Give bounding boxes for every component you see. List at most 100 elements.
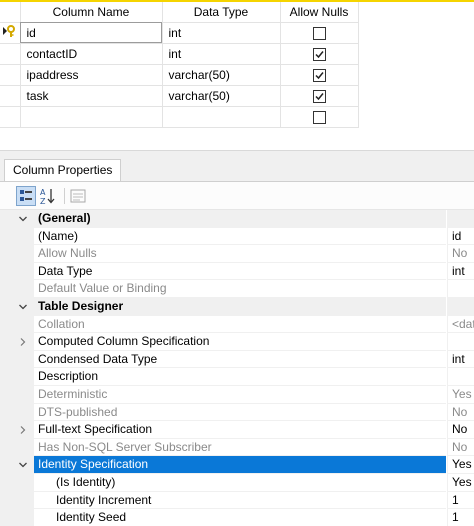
property-name: Default Value or Binding (34, 280, 446, 298)
data-type-header: Data Type (162, 2, 281, 23)
property-name: Collation (34, 316, 446, 334)
column-name-cell[interactable]: contactID (20, 43, 163, 65)
data-type-cell[interactable]: int (162, 22, 281, 44)
primary-key-icon (2, 25, 15, 37)
property-value (447, 297, 474, 316)
property-name: Allow Nulls (34, 245, 446, 263)
column-name-header: Column Name (20, 2, 163, 23)
property-value[interactable]: <dat (447, 315, 474, 334)
properties-toolbar: A Z (0, 182, 474, 210)
chevron-right-icon[interactable] (16, 421, 30, 439)
allow-nulls-cell (280, 64, 359, 86)
property-row[interactable]: (Name) id (0, 227, 474, 246)
property-row[interactable]: Identity Increment 1 (0, 491, 474, 510)
chevron-right-icon[interactable] (16, 333, 30, 351)
property-row[interactable]: Description (0, 368, 474, 386)
property-row[interactable]: Default Value or Binding (0, 280, 474, 298)
property-row[interactable]: Full-text Specification No (0, 421, 474, 439)
allow-nulls-cell (280, 85, 359, 107)
property-category[interactable]: (General) (0, 210, 474, 228)
categorized-icon[interactable] (16, 186, 36, 206)
property-row[interactable]: DTS-published No (0, 403, 474, 422)
property-value[interactable] (447, 368, 474, 386)
property-name: Deterministic (34, 386, 446, 404)
row-selector[interactable] (0, 85, 21, 107)
property-row[interactable]: Condensed Data Type int (0, 350, 474, 369)
alphabetical-icon[interactable]: A Z (38, 186, 58, 206)
column-properties-panel: Column Properties A Z (General) (Name) i… (0, 155, 474, 526)
data-type-cell[interactable]: varchar(50) (162, 85, 281, 107)
columns-grid: Column Name Data Type Allow Nulls id int c… (0, 2, 359, 128)
property-name: DTS-published (34, 404, 446, 422)
chevron-down-icon[interactable] (16, 298, 30, 316)
allow-nulls-cell (280, 43, 359, 65)
property-name: Data Type (34, 263, 446, 281)
property-name: Has Non-SQL Server Subscriber (34, 439, 446, 457)
svg-text:Z: Z (40, 197, 46, 206)
chevron-down-icon[interactable] (16, 210, 30, 228)
table-row[interactable]: contactID int (0, 43, 359, 65)
column-name-cell[interactable] (20, 106, 163, 128)
property-row[interactable]: Data Type int (0, 262, 474, 281)
property-value[interactable]: 1 (447, 509, 474, 526)
row-selector[interactable] (0, 64, 21, 86)
table-row[interactable]: ipaddress varchar(50) (0, 64, 359, 86)
table-designer-grid: Column Name Data Type Allow Nulls id int c… (0, 0, 474, 150)
property-value[interactable] (447, 280, 474, 298)
allow-nulls-checkbox[interactable] (312, 110, 326, 124)
row-selector[interactable] (0, 22, 21, 44)
property-row[interactable]: (Is Identity) Yes (0, 473, 474, 492)
table-row[interactable] (0, 106, 359, 128)
property-row[interactable]: Has Non-SQL Server Subscriber No (0, 438, 474, 457)
row-selector[interactable] (0, 106, 21, 128)
property-row[interactable]: Deterministic Yes (0, 385, 474, 404)
property-category[interactable]: Table Designer (0, 297, 474, 316)
column-name-cell[interactable]: id (20, 22, 163, 44)
allow-nulls-cell (280, 22, 359, 44)
property-name: (General) (34, 210, 446, 228)
property-value[interactable]: Yes (447, 385, 474, 404)
property-value[interactable]: id (447, 227, 474, 246)
allow-nulls-checkbox[interactable] (312, 26, 326, 40)
checkmark-icon (314, 50, 324, 58)
table-row[interactable]: task varchar(50) (0, 85, 359, 107)
checkmark-icon (314, 92, 324, 100)
table-row[interactable]: id int (0, 22, 359, 44)
property-name: Description (34, 368, 446, 386)
row-selector[interactable] (0, 43, 21, 65)
property-value[interactable]: int (447, 350, 474, 369)
property-name: (Name) (34, 228, 446, 246)
property-row[interactable]: Collation <dat (0, 315, 474, 334)
property-value[interactable]: int (447, 262, 474, 281)
allow-nulls-checkbox-checked[interactable] (312, 89, 326, 103)
allow-nulls-checkbox-checked[interactable] (312, 68, 326, 82)
property-name: (Is Identity) (34, 474, 446, 492)
tab-column-properties[interactable]: Column Properties (4, 159, 122, 181)
property-value[interactable]: Yes (447, 473, 474, 492)
property-value[interactable]: No (447, 403, 474, 422)
property-row[interactable]: Allow Nulls No (0, 245, 474, 263)
property-row[interactable]: Identity Specification Yes (0, 456, 474, 474)
property-pages-icon[interactable] (68, 186, 88, 206)
column-name-cell[interactable]: task (20, 85, 163, 107)
allow-nulls-checkbox-checked[interactable] (312, 47, 326, 61)
column-name-cell[interactable]: ipaddress (20, 64, 163, 86)
property-name: Computed Column Specification (34, 333, 446, 351)
property-value[interactable] (447, 333, 474, 351)
allow-nulls-cell (280, 106, 359, 128)
row-selector-header (0, 2, 21, 23)
property-value[interactable]: No (447, 421, 474, 439)
property-name: Full-text Specification (34, 421, 446, 439)
property-row[interactable]: Computed Column Specification (0, 333, 474, 351)
property-value[interactable]: No (447, 438, 474, 457)
data-type-cell[interactable]: varchar(50) (162, 64, 281, 86)
chevron-down-icon[interactable] (16, 456, 30, 474)
property-value[interactable]: No (447, 245, 474, 263)
property-value[interactable]: 1 (447, 491, 474, 510)
property-row[interactable]: Identity Seed 1 (0, 509, 474, 526)
property-name: Identity Seed (34, 509, 446, 526)
data-type-cell[interactable] (162, 106, 281, 128)
data-type-cell[interactable]: int (162, 43, 281, 65)
property-value[interactable]: Yes (447, 456, 474, 474)
svg-text:A: A (40, 188, 46, 197)
